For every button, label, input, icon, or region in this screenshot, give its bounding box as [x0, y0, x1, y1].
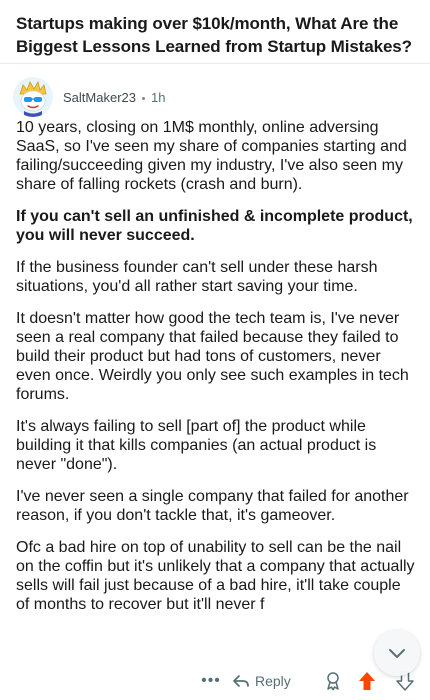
comment-paragraph: Ofc a bad hire on top of unability to se… [16, 539, 415, 613]
text-fade [16, 644, 416, 666]
more-options-button[interactable]: ••• [198, 670, 224, 692]
more-dots-icon: ••• [201, 672, 221, 689]
comment-paragraph: 10 years, closing on 1M$ monthly, online… [16, 119, 407, 193]
award-icon [327, 672, 339, 691]
post-title[interactable]: Startups making over $10k/month, What Ar… [16, 12, 414, 58]
snoo-avatar-icon [13, 77, 53, 117]
comment-paragraph: I've never seen a single company that fa… [16, 488, 409, 524]
award-button[interactable] [322, 670, 344, 692]
reply-label: Reply [255, 673, 291, 689]
comment-paragraph: If the business founder can't sell under… [16, 259, 378, 295]
upvote-arrow-icon [359, 672, 375, 690]
author-meta: SaltMaker23 1h [63, 90, 165, 105]
meta-separator [141, 96, 145, 100]
post-header: Startups making over $10k/month, What Ar… [0, 0, 430, 64]
comment-paragraph-bold: If you can't sell an unfinished & incomp… [16, 208, 413, 244]
upvote-button[interactable] [356, 670, 378, 692]
chevron-down-icon [389, 649, 405, 658]
comment-action-bar: ••• Reply [0, 666, 430, 700]
comment-body: 10 years, closing on 1M$ monthly, online… [16, 118, 416, 666]
comment-header: SaltMaker23 1h [13, 74, 165, 120]
comment-age: 1h [150, 89, 166, 105]
author-name[interactable]: SaltMaker23 [63, 90, 136, 105]
reply-button[interactable]: Reply [232, 669, 291, 693]
reply-arrow-icon [233, 675, 249, 687]
author-avatar[interactable] [13, 77, 53, 117]
comment-paragraph: It doesn't matter how good the tech team… [16, 310, 409, 403]
comment-screen: Startups making over $10k/month, What Ar… [0, 0, 430, 700]
collapse-comment-button[interactable] [374, 630, 420, 676]
comment-paragraph: It's always failing to sell [part of] th… [16, 418, 377, 473]
